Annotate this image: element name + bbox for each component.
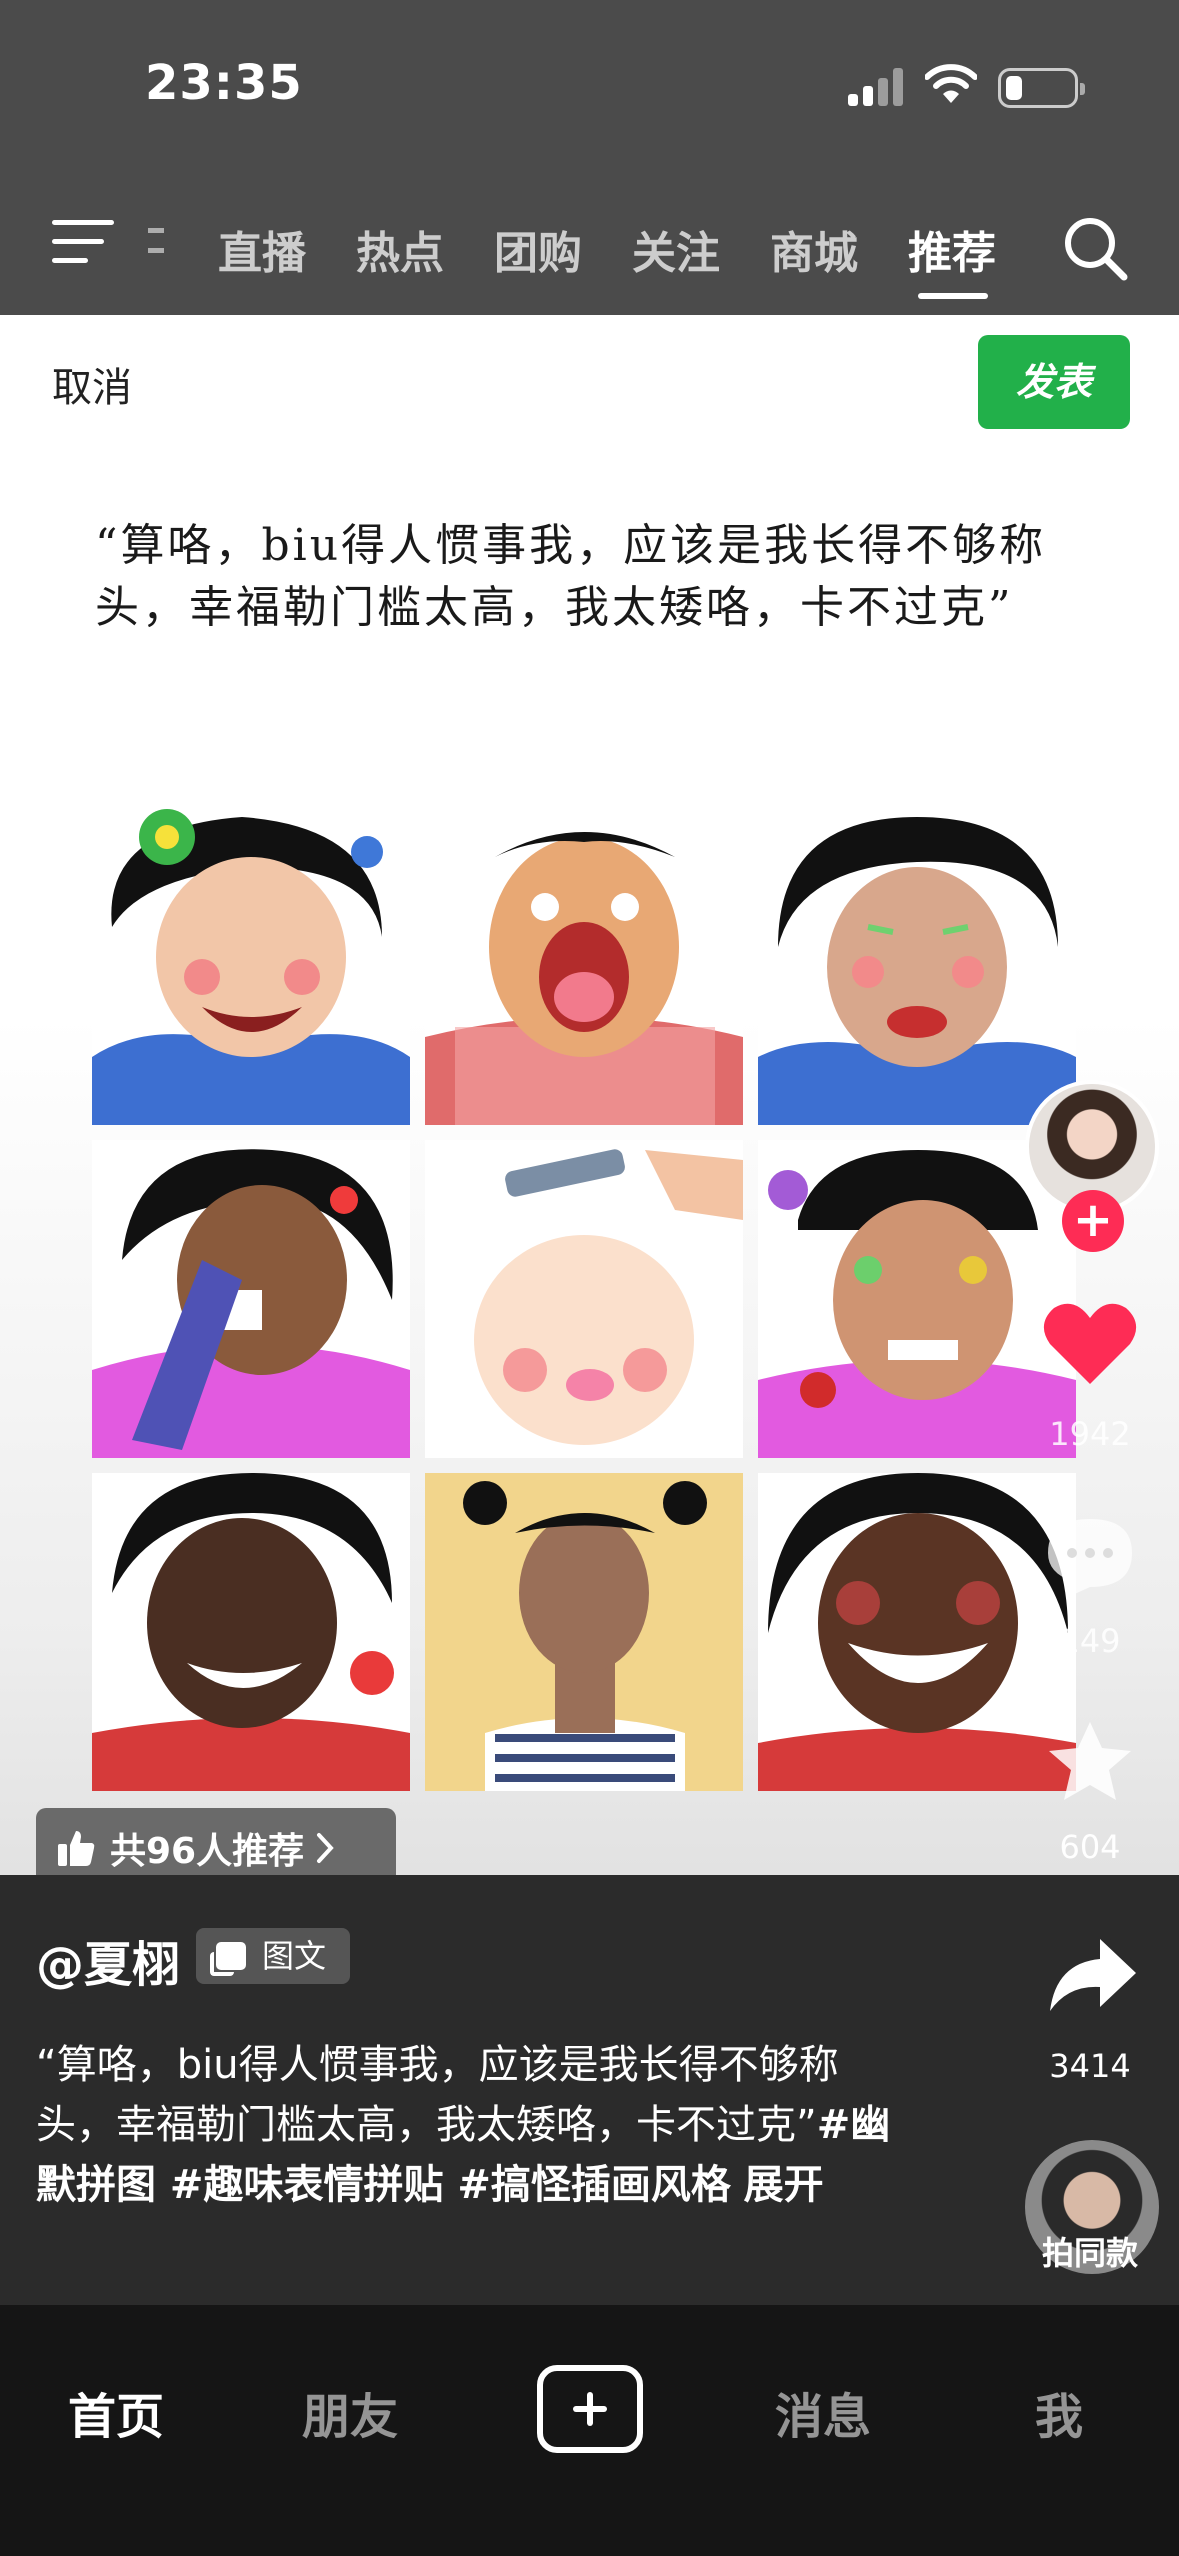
share-count: 3414: [1049, 2047, 1131, 2085]
gallery-icon: [210, 1942, 246, 1976]
wifi-icon: [925, 64, 977, 103]
nav-friends[interactable]: 朋友: [302, 2377, 398, 2447]
recommend-count-label: 共96人推荐: [110, 1831, 305, 1872]
post-quote-text: “算咯，biu得人惯事我，应该是我长得不够称头，幸福勒门槛太高，我太矮咯，卡不过…: [95, 520, 1047, 633]
post-card[interactable]: 取消 发表 “算咯，biu得人惯事我，应该是我长得不够称头，幸福勒门槛太高，我太…: [0, 315, 1179, 1888]
menu-icon[interactable]: [52, 220, 114, 264]
tab-group-buy[interactable]: 团购: [494, 217, 632, 281]
grid-image-7[interactable]: [92, 1473, 410, 1791]
caption-text[interactable]: “算咯，biu得人惯事我，应该是我长得不够称头，幸福勒门槛太高，我太矮咯，卡不过…: [36, 2035, 916, 2215]
top-tab-bar: 直播 热点 团购 关注 商城 推荐: [218, 217, 1046, 299]
share-icon[interactable]: [1048, 1935, 1138, 2015]
follow-button[interactable]: +: [1062, 1190, 1124, 1252]
author-name[interactable]: @夏栩: [36, 1925, 180, 1995]
nav-me[interactable]: 我: [1035, 2377, 1083, 2447]
chevron-right-icon: [317, 1833, 334, 1863]
cancel-button[interactable]: 取消: [52, 355, 132, 413]
nav-messages[interactable]: 消息: [775, 2377, 871, 2447]
grid-image-3[interactable]: [758, 807, 1076, 1125]
star-icon[interactable]: [1046, 1718, 1134, 1804]
battery-icon: [998, 68, 1085, 108]
nav-home[interactable]: 首页: [68, 2377, 164, 2447]
image-text-badge: 图文: [196, 1928, 350, 1984]
heart-icon[interactable]: [1042, 1300, 1138, 1388]
tab-following[interactable]: 关注: [632, 217, 770, 281]
bottom-nav: 首页 朋友 消息 我: [0, 2305, 1179, 2556]
favorite-count: 604: [1059, 1828, 1121, 1866]
top-nav: 直播 热点 团购 关注 商城 推荐: [0, 175, 1179, 315]
grid-image-5[interactable]: [425, 1140, 743, 1458]
grid-image-1[interactable]: [92, 807, 410, 1125]
same-style-label[interactable]: 拍同款: [1020, 2228, 1160, 2274]
status-bar: 23:35: [0, 0, 1179, 175]
status-time: 23:35: [145, 55, 303, 111]
comment-count: 149: [1059, 1622, 1121, 1660]
grid-image-4[interactable]: [92, 1140, 410, 1458]
cellular-signal-icon: [848, 68, 904, 106]
badge-label: 图文: [262, 1937, 327, 1975]
grid-image-2[interactable]: [425, 807, 743, 1125]
tab-overflow-indicator: [148, 224, 170, 258]
caption-area: @夏栩 图文 “算咯，biu得人惯事我，应该是我长得不够称头，幸福勒门槛太高，我…: [0, 1875, 1179, 2305]
caption-body: “算咯，biu得人惯事我，应该是我长得不够称头，幸福勒门槛太高，我太矮咯，卡不过…: [36, 2042, 839, 2148]
tab-mall[interactable]: 商城: [770, 217, 908, 281]
grid-image-6[interactable]: [758, 1140, 1076, 1458]
expand-link[interactable]: 展开: [744, 2162, 824, 2208]
image-grid: [92, 807, 1077, 1807]
tab-live[interactable]: 直播: [218, 217, 356, 281]
search-icon[interactable]: [1062, 215, 1130, 283]
tab-recommend[interactable]: 推荐: [908, 217, 1046, 299]
publish-button[interactable]: 发表: [978, 335, 1130, 429]
like-count: 1942: [1049, 1415, 1131, 1453]
grid-image-8[interactable]: [425, 1473, 743, 1791]
create-post-button[interactable]: [537, 2365, 643, 2453]
thumbs-up-icon: [58, 1831, 95, 1866]
comment-icon[interactable]: [1044, 1515, 1136, 1599]
tab-hot[interactable]: 热点: [356, 217, 494, 281]
